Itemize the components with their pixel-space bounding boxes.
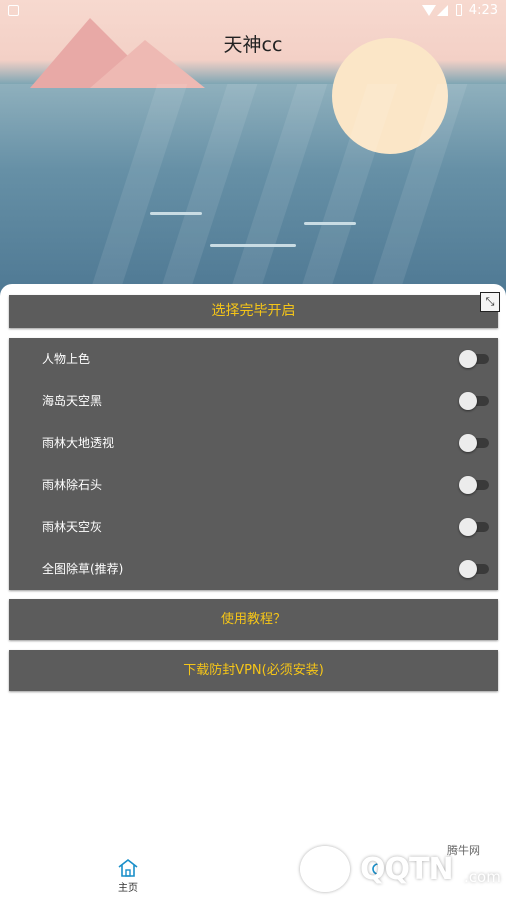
notification-icon [8,5,19,16]
app-title: 天神cc [223,34,283,56]
option-row[interactable]: 人物上色 [9,338,498,380]
whale-shape [304,222,356,225]
signal-icon [437,5,448,16]
whale-shape [150,212,202,215]
whale-shape [210,244,296,247]
option-row[interactable]: 全图除草(推荐) [9,548,498,590]
option-toggle[interactable] [459,392,489,410]
watermark: 腾牛网 QQTN .com [300,838,506,900]
watermark-suffix: .com [464,868,501,886]
options-list: 人物上色 海岛天空黑 雨林大地透视 雨林除石头 雨林天空灰 全图除草(推荐) [9,338,498,590]
option-label: 雨林大地透视 [42,436,115,450]
option-toggle[interactable] [459,434,489,452]
status-time: 4:23 [468,3,498,18]
option-label: 全图除草(推荐) [42,562,124,576]
nav-home[interactable]: 主页 [108,858,148,894]
option-label: 人物上色 [42,352,91,366]
option-toggle[interactable] [459,560,489,578]
status-bar: 4:23 [0,0,506,22]
option-row[interactable]: 雨林大地透视 [9,422,498,464]
option-label: 雨林天空灰 [42,520,103,534]
option-label: 海岛天空黑 [42,394,103,408]
option-toggle[interactable] [459,476,489,494]
collapse-icon[interactable]: ⤡ [480,292,500,312]
nav-home-label: 主页 [118,883,138,894]
option-label: 雨林除石头 [42,478,103,492]
option-row[interactable]: 海岛天空黑 [9,380,498,422]
option-row[interactable]: 雨林除石头 [9,464,498,506]
home-icon [118,858,138,877]
option-row[interactable]: 雨林天空灰 [9,506,498,548]
watermark-brand: QQTN [360,852,454,887]
option-toggle[interactable] [459,350,489,368]
wifi-icon [422,5,436,16]
main-panel: 选择完毕开启 ⤡ 人物上色 海岛天空黑 雨林大地透视 雨林除石头 雨林天空灰 全… [0,284,506,900]
tutorial-button[interactable]: 使用教程？ [9,599,498,640]
start-button[interactable]: 选择完毕开启 [9,295,498,328]
vpn-download-button[interactable]: 下载防封VPN(必须安装) [9,650,498,691]
battery-icon [456,4,462,16]
option-toggle[interactable] [459,518,489,536]
watermark-logo-icon [300,846,350,892]
